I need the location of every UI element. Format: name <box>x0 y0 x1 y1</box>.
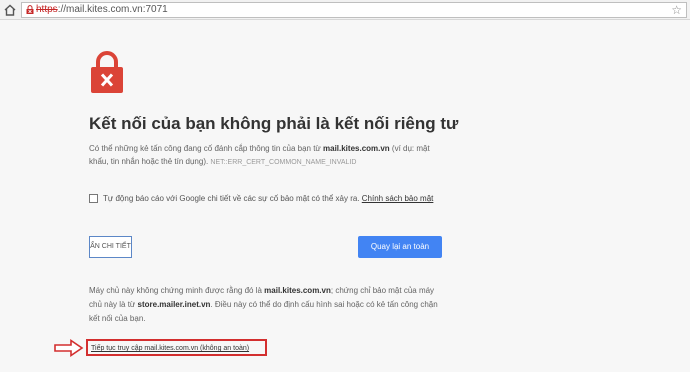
page-title: Kết nối của bạn không phải là kết nối ri… <box>89 114 459 133</box>
proceed-unsafe-link[interactable]: Tiếp tục truy cập mail.kites.com.vn (khô… <box>91 343 249 354</box>
hide-details-button[interactable]: ẨN CHI TIẾT <box>89 236 132 258</box>
report-checkbox[interactable] <box>89 194 98 203</box>
arrow-annotation-icon <box>54 339 84 357</box>
browser-toolbar: https://mail.kites.com.vn:7071 ☆ <box>0 0 690 20</box>
report-text: Tự động báo cáo với Google chi tiết về c… <box>103 194 362 203</box>
url-host: ://mail.kites.com.vn:7071 <box>57 4 168 15</box>
warning-description: Có thể những kẻ tấn công đang cố đánh cắ… <box>89 142 434 169</box>
description-text: Có thể những kẻ tấn công đang cố đánh cắ… <box>89 144 323 153</box>
privacy-policy-link[interactable]: Chính sách bảo mật <box>362 194 434 203</box>
home-icon[interactable] <box>3 3 17 17</box>
error-code: NET::ERR_CERT_COMMON_NAME_INVALID <box>210 159 357 166</box>
lock-x-icon[interactable] <box>25 5 35 15</box>
detail-text: Máy chủ này không chứng minh được rằng đ… <box>89 286 265 295</box>
star-icon[interactable]: ☆ <box>671 4 682 16</box>
warning-lock-icon <box>91 51 123 93</box>
detail-domain: mail.kites.com.vn <box>264 286 331 295</box>
details-explanation: Máy chủ này không chứng minh được rằng đ… <box>89 284 449 326</box>
interstitial-page: Kết nối của bạn không phải là kết nối ri… <box>0 21 690 372</box>
report-label: Tự động báo cáo với Google chi tiết về c… <box>103 193 433 205</box>
address-bar[interactable]: https://mail.kites.com.vn:7071 ☆ <box>21 2 687 18</box>
back-to-safety-button[interactable]: Quay lại an toàn <box>358 236 442 258</box>
url-scheme: https <box>36 4 58 15</box>
detail-issuer: store.mailer.inet.vn <box>137 300 211 309</box>
description-domain: mail.kites.com.vn <box>323 144 390 153</box>
proceed-highlight-box: Tiếp tục truy cập mail.kites.com.vn (khô… <box>86 339 267 356</box>
url-text[interactable]: https://mail.kites.com.vn:7071 <box>36 4 168 16</box>
